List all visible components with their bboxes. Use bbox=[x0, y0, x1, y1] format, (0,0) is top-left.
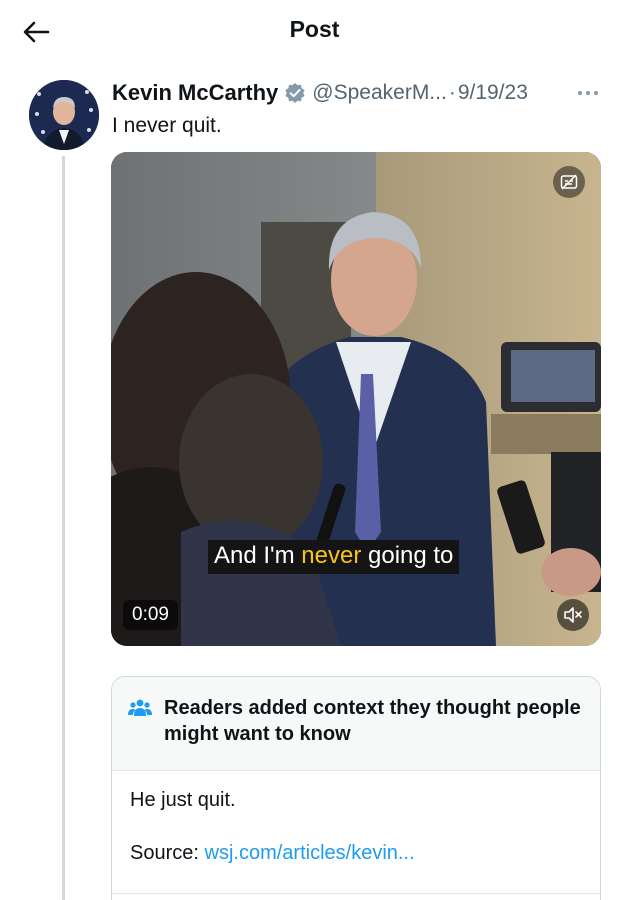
community-note-title: Readers added context they thought peopl… bbox=[164, 697, 581, 745]
video-timestamp: 0:09 bbox=[123, 600, 178, 630]
post-date[interactable]: 9/19/23 bbox=[458, 81, 528, 105]
community-note-text: He just quit. bbox=[130, 789, 236, 811]
speaker-muted-icon bbox=[564, 607, 582, 623]
tweet-text: I never quit. bbox=[112, 114, 222, 137]
verified-badge-icon[interactable] bbox=[284, 82, 306, 104]
source-label: Source: bbox=[130, 842, 199, 864]
more-dots-icon bbox=[578, 91, 582, 95]
community-note-body: He just quit. Source: wsj.com/articles/k… bbox=[112, 771, 600, 883]
subtitle-text-end: going to bbox=[361, 542, 454, 569]
people-icon bbox=[128, 699, 152, 716]
community-note-header: Readers added context they thought peopl… bbox=[112, 677, 600, 771]
author-handle[interactable]: @SpeakerM... bbox=[312, 81, 447, 105]
separator-dot: · bbox=[448, 81, 456, 104]
source-link[interactable]: wsj.com/articles/kevin... bbox=[205, 842, 415, 864]
avatar[interactable] bbox=[29, 80, 99, 150]
community-note[interactable]: Readers added context they thought peopl… bbox=[111, 676, 601, 900]
mute-button[interactable] bbox=[557, 599, 589, 631]
captions-button[interactable] bbox=[553, 166, 585, 198]
top-bar: Post bbox=[0, 0, 629, 62]
subtitle-highlight: never bbox=[301, 542, 362, 569]
subtitle-text-start: And I'm bbox=[214, 542, 302, 569]
author-name[interactable]: Kevin McCarthy bbox=[112, 80, 278, 106]
captions-icon bbox=[560, 174, 578, 190]
page-title: Post bbox=[289, 16, 340, 42]
video-player[interactable]: And I'm never going to 0:09 bbox=[111, 152, 601, 646]
community-note-source: Source: wsj.com/articles/kevin... bbox=[130, 842, 582, 865]
divider bbox=[112, 893, 600, 894]
more-options-button[interactable] bbox=[574, 84, 602, 102]
video-subtitle: And I'm never going to bbox=[208, 540, 460, 574]
thread-line bbox=[62, 156, 65, 900]
tweet-header: Kevin McCarthy @SpeakerM... · 9/19/23 bbox=[112, 78, 612, 108]
